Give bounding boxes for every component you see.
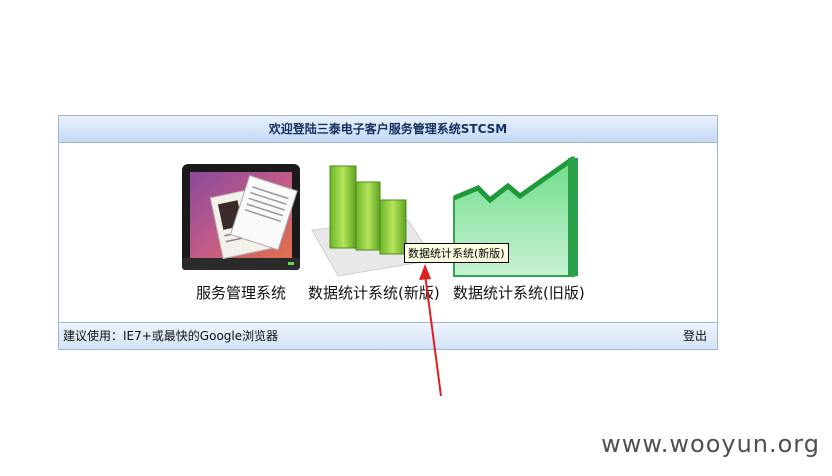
- annotation-arrow: [419, 264, 442, 397]
- watermark: www.wooyun.org: [601, 430, 820, 458]
